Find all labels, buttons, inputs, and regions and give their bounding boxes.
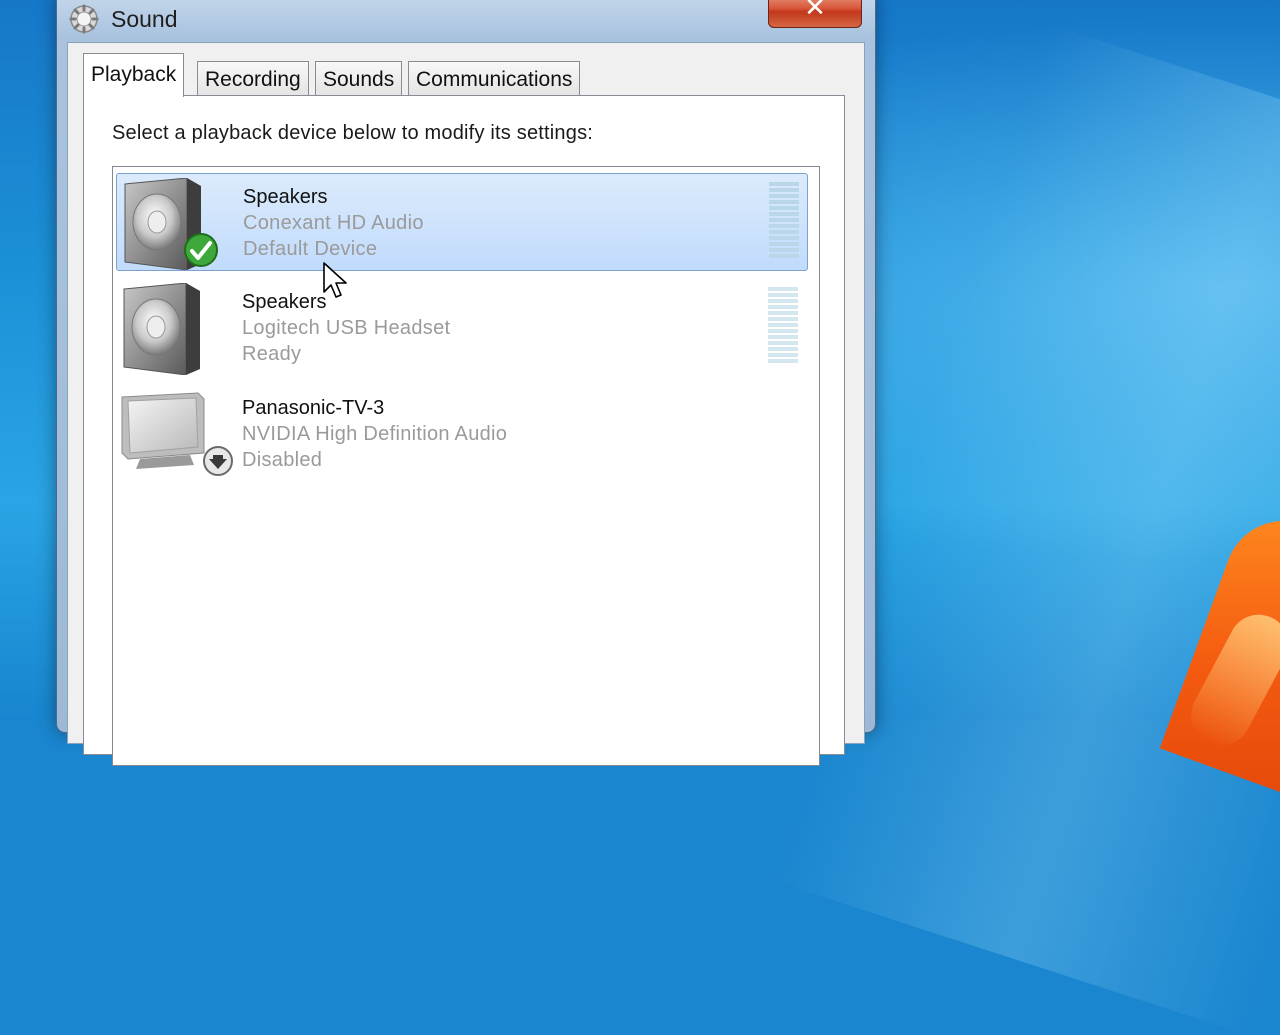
sound-app-icon xyxy=(69,4,99,34)
dialog-client-area: Playback Recording Sounds Communications… xyxy=(67,42,865,766)
device-status: Ready xyxy=(242,343,302,365)
device-driver: Logitech USB Headset xyxy=(242,317,451,339)
device-driver: NVIDIA High Definition Audio xyxy=(242,423,508,445)
device-status: Default Device xyxy=(243,238,378,260)
tab-recording[interactable]: Recording xyxy=(197,61,309,95)
mouse-cursor-icon xyxy=(323,262,347,298)
device-item[interactable]: Panasonic-TV-3 NVIDIA High Definition Au… xyxy=(116,385,808,483)
volume-meter xyxy=(768,287,798,363)
close-button[interactable]: ✕ xyxy=(768,0,862,28)
disabled-arrow-icon xyxy=(203,446,233,476)
sound-dialog: Sound ✕ Playback Recording Sounds Commun… xyxy=(57,0,875,766)
window-title: Sound xyxy=(111,6,178,32)
device-item[interactable]: Speakers Logitech USB Headset Ready xyxy=(116,279,808,377)
tab-playback[interactable]: Playback xyxy=(83,53,185,97)
tab-communications[interactable]: Communications xyxy=(408,61,581,95)
device-name: Speakers xyxy=(243,186,328,208)
volume-meter xyxy=(769,182,799,258)
device-list[interactable]: Speakers Conexant HD Audio Default Devic… xyxy=(112,166,820,766)
device-name: Speakers xyxy=(242,291,327,313)
tab-sounds[interactable]: Sounds xyxy=(315,61,403,95)
close-icon: ✕ xyxy=(804,0,826,22)
default-check-icon xyxy=(184,233,218,267)
device-item[interactable]: Speakers Conexant HD Audio Default Devic… xyxy=(116,173,808,271)
device-driver: Conexant HD Audio xyxy=(243,212,424,234)
instruction-text: Select a playback device below to modify… xyxy=(112,122,594,144)
speaker-icon xyxy=(123,283,200,375)
device-status: Disabled xyxy=(242,449,323,471)
device-name: Panasonic-TV-3 xyxy=(242,397,385,419)
title-bar[interactable]: Sound ✕ xyxy=(57,0,875,42)
playback-panel: Select a playback device below to modify… xyxy=(83,95,845,766)
